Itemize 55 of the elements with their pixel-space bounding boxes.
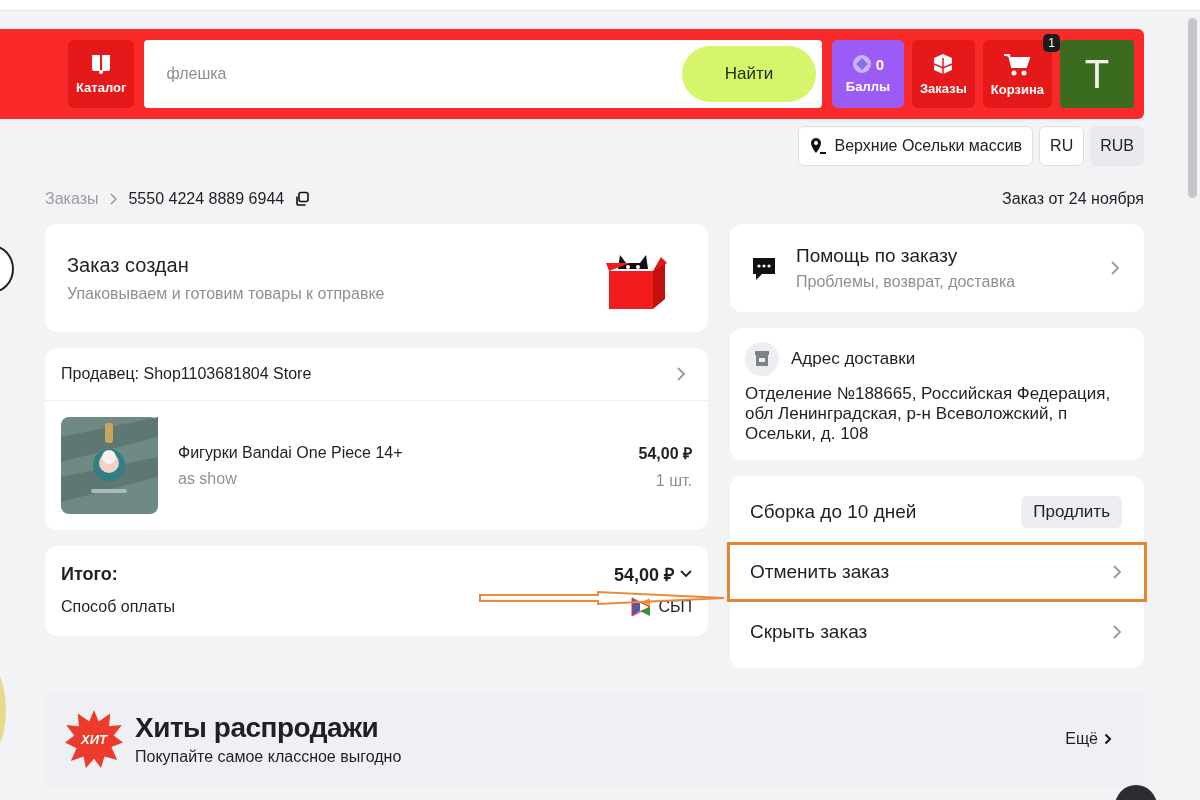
chevron-icon [676, 366, 686, 382]
highlighted-action-row[interactable]: Отменить заказ [727, 542, 1147, 602]
location-pin-icon [808, 137, 827, 155]
assembly-deadline: Сборка до 10 дней [750, 501, 917, 523]
currency-button[interactable]: RUB [1090, 126, 1144, 166]
action-label: Отменить заказ [750, 561, 890, 583]
chevron-down-icon [680, 570, 692, 578]
extend-button[interactable]: Продлить [1021, 496, 1122, 528]
order-number: 5550 4224 8889 6944 [128, 190, 285, 208]
total-amount[interactable]: 54,00 ₽ [613, 562, 692, 586]
location-button[interactable]: Верхние Осельки массив [797, 126, 1034, 166]
status-title: Заказ создан [67, 253, 190, 277]
total-label: Итого: [61, 563, 118, 585]
order-date: Заказ от 24 ноября [1002, 190, 1144, 208]
language-button[interactable]: RU [1039, 126, 1085, 166]
profile-avatar[interactable]: T [1060, 40, 1134, 108]
product-name[interactable]: Фигурки Bandai One Piece 14+ [178, 443, 619, 462]
scrollbar[interactable] [1188, 18, 1197, 198]
more-link[interactable]: Ещё [1065, 730, 1112, 748]
product-quantity: 1 шт. [655, 471, 692, 490]
delivery-address: Отделение №188665, Российская Федерация, обл Ленинградская, р-н Всеволожский, п Осельки, д. 108 [745, 384, 1112, 444]
chevron-icon [1112, 624, 1122, 640]
help-subtitle: Проблемы, возврат, доставка [796, 273, 1017, 291]
seller-row[interactable]: Продавец: Shop1103681804 Store [45, 348, 708, 401]
product-variant: as show [178, 469, 238, 488]
promo-subtitle: Покупайте самое классное выгодно [135, 748, 402, 766]
help-card[interactable]: Помощь по заказу Проблемы, возврат, доставка [730, 224, 1144, 312]
search-field[interactable]: флешка Найти [144, 40, 822, 108]
seller-name: Продавец: Shop1103681804 Store [61, 365, 312, 383]
parcel-box-icon [745, 342, 779, 376]
orders-button[interactable]: Заказы [911, 40, 975, 108]
status-subtitle: Упаковываем и готовим товары к отправке [67, 284, 385, 303]
coin-icon [851, 54, 872, 74]
book-icon [90, 53, 113, 75]
delivery-title: Адрес доставки [791, 349, 916, 369]
chevron-icon [1110, 260, 1120, 276]
payment-system-icon [630, 596, 653, 618]
copy-icon[interactable] [294, 191, 311, 207]
points-label: Баллы [845, 79, 891, 94]
action-row[interactable]: Скрыть заказ [727, 602, 1147, 662]
product-price: 54,00 ₽ [638, 443, 692, 464]
chevron-icon [1104, 733, 1112, 745]
promo-title: Хиты распродажи [135, 712, 380, 744]
cart-icon [1002, 51, 1033, 77]
cart-count-badge: 1 [1043, 34, 1060, 52]
catalog-button[interactable]: Каталог [68, 40, 135, 108]
action-label: Скрыть заказ [750, 621, 868, 643]
help-title: Помощь по заказу [796, 245, 959, 267]
hit-badge: ХИТ [65, 710, 123, 768]
points-count: 0 [875, 55, 885, 73]
search-button[interactable]: Найти [681, 46, 816, 102]
chevron-icon [108, 193, 119, 205]
payment-label: Способ оплаты [61, 598, 176, 616]
chevron-icon [1112, 564, 1122, 580]
points-button[interactable]: 0 Баллы [831, 40, 904, 108]
